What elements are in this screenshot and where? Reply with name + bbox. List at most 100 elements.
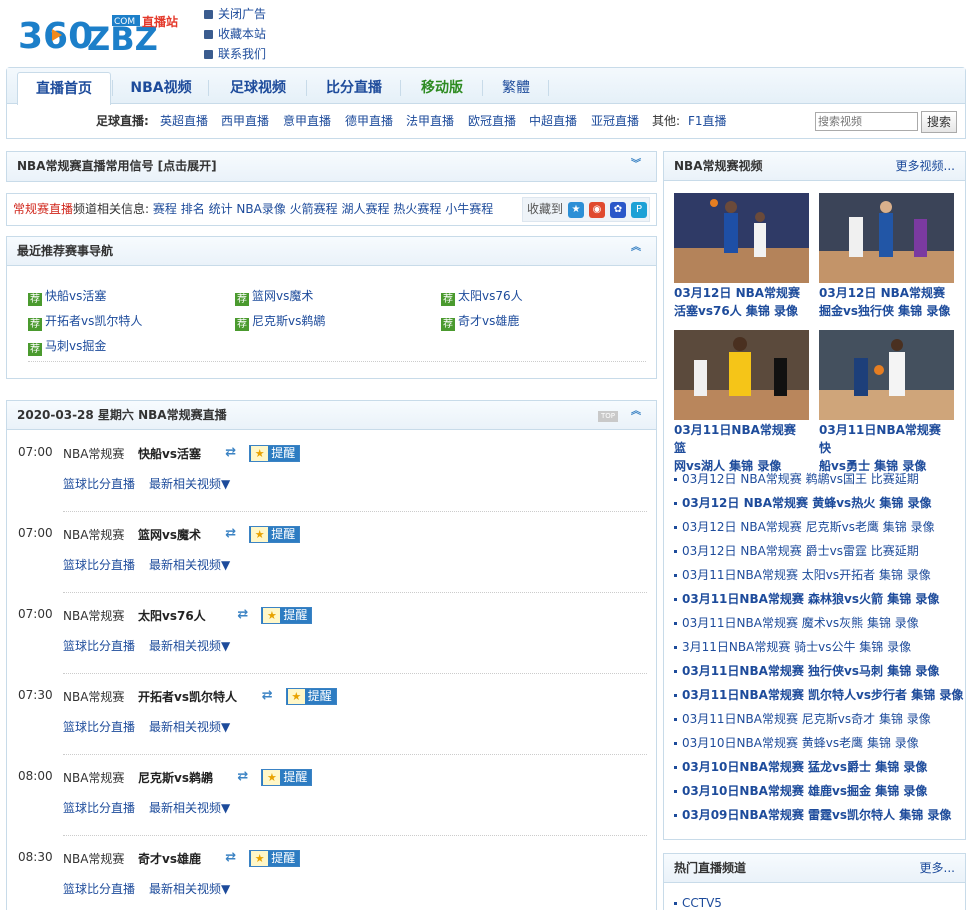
- refresh-icon[interactable]: ⇄: [225, 851, 239, 865]
- recommend-item[interactable]: 荐太阳vs76人: [441, 287, 523, 306]
- info-link[interactable]: 火箭赛程: [290, 202, 338, 216]
- hot-channel-item[interactable]: CCTV5: [674, 891, 722, 910]
- recommend-item[interactable]: 荐篮网vs魔术: [235, 287, 313, 306]
- video-list-item[interactable]: 03月10日NBA常规赛 猛龙vs爵士 集锦 录像: [674, 755, 959, 779]
- match-name[interactable]: 尼克斯vs鹈鹕: [138, 769, 213, 786]
- more-channels-link[interactable]: 更多...: [920, 854, 955, 883]
- bookmark-site-link[interactable]: 收藏本站: [204, 24, 266, 44]
- video-list-item[interactable]: 03月12日 NBA常规赛 尼克斯vs老鹰 集锦 录像: [674, 515, 959, 539]
- info-link[interactable]: 统计: [209, 202, 233, 216]
- tab-football-video[interactable]: 足球视频: [211, 72, 305, 104]
- remind-button[interactable]: ★ 提醒: [261, 769, 313, 786]
- remind-button[interactable]: ★ 提醒: [249, 526, 301, 543]
- tab-mobile[interactable]: 移动版: [403, 72, 481, 104]
- tab-traditional[interactable]: 繁體: [485, 72, 547, 104]
- close-ads-link[interactable]: 关闭广告: [204, 4, 266, 24]
- contact-us-link[interactable]: 联系我们: [204, 44, 266, 64]
- tab-home[interactable]: 直播首页: [17, 72, 111, 105]
- search-button[interactable]: 搜索: [921, 111, 957, 133]
- video-list-item[interactable]: 03月12日 NBA常规赛 爵士vs雷霆 比赛延期: [674, 539, 959, 563]
- match-name[interactable]: 篮网vs魔术: [138, 526, 201, 543]
- match-name[interactable]: 奇才vs雄鹿: [138, 850, 201, 867]
- video-list-item[interactable]: 03月10日NBA常规赛 雄鹿vs掘金 集锦 录像: [674, 779, 959, 803]
- subnav-link[interactable]: F1直播: [688, 104, 727, 138]
- info-link[interactable]: 小牛赛程: [445, 202, 493, 216]
- subnav-link[interactable]: 德甲直播: [345, 104, 393, 138]
- related-videos-link[interactable]: 最新相关视频▼: [149, 801, 230, 815]
- featured-video-caption[interactable]: 03月12日 NBA常规赛 活塞vs76人 集锦 录像: [674, 284, 812, 320]
- remind-button[interactable]: ★ 提醒: [285, 688, 337, 705]
- score-live-link[interactable]: 篮球比分直播: [63, 477, 135, 491]
- remind-button[interactable]: ★ 提醒: [261, 607, 313, 624]
- remind-button[interactable]: ★ 提醒: [249, 445, 301, 462]
- weibo-icon[interactable]: ◉: [589, 201, 605, 218]
- refresh-icon[interactable]: ⇄: [225, 527, 239, 541]
- signal-panel-header[interactable]: NBA常规赛直播常用信号 [点击展开] ︾: [7, 152, 656, 181]
- related-videos-link[interactable]: 最新相关视频▼: [149, 882, 230, 896]
- remind-button[interactable]: ★ 提醒: [249, 850, 301, 867]
- chevron-up-icon[interactable]: ︽: [630, 407, 642, 421]
- chevron-down-icon[interactable]: ︾: [630, 160, 642, 174]
- info-link[interactable]: 赛程: [153, 202, 177, 216]
- subnav-link[interactable]: 法甲直播: [406, 104, 454, 138]
- video-list-item[interactable]: 3月11日NBA常规赛 骑士vs公牛 集锦 录像: [674, 635, 959, 659]
- score-live-link[interactable]: 篮球比分直播: [63, 801, 135, 815]
- more-videos-link[interactable]: 更多视频...: [896, 152, 955, 181]
- recommend-item[interactable]: 荐尼克斯vs鹈鹕: [235, 312, 325, 331]
- subnav-link[interactable]: 英超直播: [160, 104, 208, 138]
- refresh-icon[interactable]: ⇄: [237, 770, 251, 784]
- video-list-item[interactable]: 03月11日NBA常规赛 独行侠vs马刺 集锦 录像: [674, 659, 959, 683]
- video-list-item[interactable]: 03月11日NBA常规赛 凯尔特人vs步行者 集锦 录像: [674, 683, 963, 707]
- subnav-link[interactable]: 意甲直播: [283, 104, 331, 138]
- video-thumbnail[interactable]: [674, 330, 809, 420]
- top-icon[interactable]: TOP: [598, 411, 618, 422]
- recommend-item[interactable]: 荐奇才vs雄鹿: [441, 312, 519, 331]
- chevron-up-icon[interactable]: ︽: [630, 243, 642, 257]
- search-input[interactable]: [815, 112, 918, 131]
- score-live-link[interactable]: 篮球比分直播: [63, 720, 135, 734]
- score-live-link[interactable]: 篮球比分直播: [63, 558, 135, 572]
- qzone-icon[interactable]: ★: [568, 201, 584, 218]
- video-thumbnail[interactable]: [819, 193, 954, 283]
- video-list-item[interactable]: 03月10日NBA常规赛 黄蜂vs老鹰 集锦 录像: [674, 731, 959, 755]
- video-list-item[interactable]: 03月11日NBA常规赛 尼克斯vs奇才 集锦 录像: [674, 707, 959, 731]
- related-videos-link[interactable]: 最新相关视频▼: [149, 477, 230, 491]
- match-name[interactable]: 快船vs活塞: [138, 445, 201, 462]
- recommend-item[interactable]: 荐开拓者vs凯尔特人: [28, 312, 142, 331]
- featured-video-caption[interactable]: 03月12日 NBA常规赛 掘金vs独行侠 集锦 录像: [819, 284, 957, 320]
- channel-name[interactable]: 常规赛直播: [13, 202, 73, 216]
- info-link[interactable]: 湖人赛程: [342, 202, 390, 216]
- site-logo[interactable]: 360 ZBZ COM 直播站: [18, 8, 188, 58]
- recommend-item[interactable]: 荐快船vs活塞: [28, 287, 106, 306]
- related-videos-link[interactable]: 最新相关视频▼: [149, 639, 230, 653]
- tab-score-live[interactable]: 比分直播: [309, 72, 399, 104]
- subnav-link[interactable]: 欧冠直播: [468, 104, 516, 138]
- video-list-item[interactable]: 03月11日NBA常规赛 森林狼vs火箭 集锦 录像: [674, 587, 959, 611]
- video-list-item[interactable]: 03月11日NBA常规赛 太阳vs开拓者 集锦 录像: [674, 563, 959, 587]
- match-name[interactable]: 太阳vs76人: [138, 607, 206, 624]
- refresh-icon[interactable]: ⇄: [225, 446, 239, 460]
- match-name[interactable]: 开拓者vs凯尔特人: [138, 688, 237, 705]
- subnav-link[interactable]: 亚冠直播: [591, 104, 639, 138]
- baidu-icon[interactable]: ✿: [610, 201, 626, 218]
- video-thumbnail[interactable]: [819, 330, 954, 420]
- score-live-link[interactable]: 篮球比分直播: [63, 639, 135, 653]
- video-thumbnail[interactable]: [674, 193, 809, 283]
- info-link[interactable]: 排名: [181, 202, 205, 216]
- video-list-item[interactable]: 03月09日NBA常规赛 雷霆vs凯尔特人 集锦 录像: [674, 803, 959, 827]
- video-list-item[interactable]: 03月12日 NBA常规赛 鹈鹕vs国王 比赛延期: [674, 467, 959, 491]
- subnav-link[interactable]: 西甲直播: [221, 104, 269, 138]
- recommend-item[interactable]: 荐马刺vs掘金: [28, 337, 106, 356]
- info-link[interactable]: 热火赛程: [393, 202, 441, 216]
- share-icon[interactable]: P: [631, 201, 647, 218]
- refresh-icon[interactable]: ⇄: [262, 689, 276, 703]
- related-videos-link[interactable]: 最新相关视频▼: [149, 558, 230, 572]
- video-list-item[interactable]: 03月11日NBA常规赛 魔术vs灰熊 集锦 录像: [674, 611, 959, 635]
- subnav-link[interactable]: 中超直播: [529, 104, 577, 138]
- info-link[interactable]: NBA录像: [236, 202, 285, 216]
- related-videos-link[interactable]: 最新相关视频▼: [149, 720, 230, 734]
- refresh-icon[interactable]: ⇄: [237, 608, 251, 622]
- tab-nba-video[interactable]: NBA视频: [115, 72, 207, 104]
- score-live-link[interactable]: 篮球比分直播: [63, 882, 135, 896]
- video-list-item[interactable]: 03月12日 NBA常规赛 黄蜂vs热火 集锦 录像: [674, 491, 959, 515]
